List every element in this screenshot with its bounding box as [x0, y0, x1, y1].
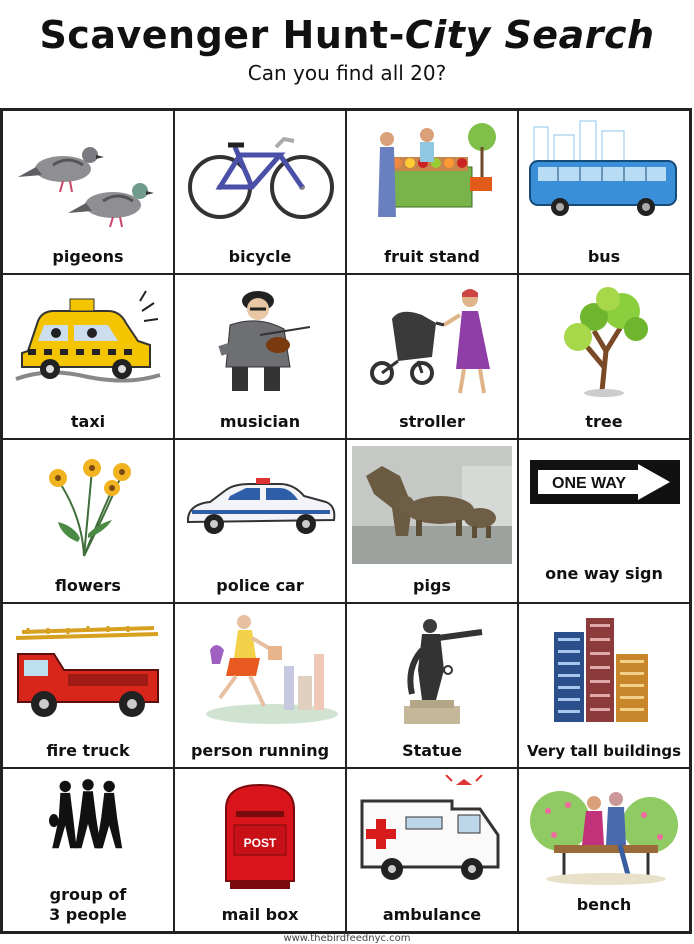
item-label: group of 3 people	[49, 884, 127, 924]
item-card-pigeons: pigeons	[2, 110, 174, 275]
item-card-tree: tree	[518, 274, 690, 439]
fire-truck-icon	[15, 626, 159, 718]
pigeons-icon	[18, 147, 154, 228]
item-label: fire truck	[46, 740, 130, 760]
police-car-icon	[187, 477, 336, 534]
item-card-statue: Statue	[346, 603, 518, 768]
sign-text: ONE WAY	[552, 475, 626, 492]
statue-icon	[404, 619, 483, 725]
item-card-flowers: flowers	[2, 438, 174, 604]
item-label: bench	[576, 894, 632, 914]
item-label: taxi	[70, 411, 106, 431]
item-card-musician: musician	[174, 274, 346, 439]
page-subtitle: Can you find all 20?	[247, 61, 447, 85]
one-way-sign-icon: ONE WAY	[530, 459, 680, 504]
item-label: pigeons	[52, 247, 124, 267]
item-label: bicycle	[228, 247, 292, 267]
item-card-bus: bus	[518, 110, 690, 275]
fruit-stand-icon	[378, 123, 496, 217]
item-label: mail box	[221, 904, 299, 924]
item-label: flowers	[55, 576, 121, 596]
item-card-fire-truck: fire truck	[2, 603, 174, 768]
bus-icon	[529, 120, 677, 216]
ambulance-icon	[360, 774, 500, 880]
item-label: pigs	[413, 576, 451, 596]
pigs-statue-icon	[352, 445, 512, 564]
item-card-taxi: taxi	[2, 274, 174, 439]
item-label: ambulance	[382, 904, 482, 924]
item-label: tree	[585, 411, 623, 431]
item-card-police-car: police car	[174, 438, 346, 604]
item-card-ambulance: ambulance	[346, 767, 518, 932]
item-card-bicycle: bicycle	[174, 110, 346, 275]
item-label: Very tall buildings	[526, 741, 682, 760]
item-label: person running	[190, 740, 330, 760]
group-of-people-icon	[48, 778, 123, 848]
title-main: Scavenger Hunt-	[39, 13, 405, 57]
title-italic: City Search	[404, 13, 655, 57]
bicycle-icon	[188, 136, 334, 219]
item-card-tall-buildings: Very tall buildings	[518, 603, 690, 768]
item-card-mail-box: POST mail box	[174, 767, 346, 932]
item-card-person-running: person running	[174, 603, 346, 768]
item-label: fruit stand	[384, 247, 480, 267]
item-label: musician	[219, 411, 301, 431]
bench-icon	[530, 790, 678, 885]
scavenger-grid: pigeons bicycle fruit stand bus taxi mus…	[0, 108, 692, 934]
item-label: stroller	[399, 411, 465, 431]
item-card-one-way-sign: ONE WAY one way sign	[518, 438, 690, 604]
item-card-stroller: stroller	[346, 274, 518, 439]
mailbox-text: POST	[244, 836, 277, 850]
item-card-pigs: pigs	[346, 438, 518, 604]
mail-box-icon: POST	[225, 783, 295, 889]
item-label: Statue	[402, 740, 462, 760]
item-label: bus	[587, 247, 621, 267]
flowers-icon	[49, 458, 131, 557]
tree-icon	[564, 287, 648, 398]
stroller-icon	[370, 289, 490, 394]
footer-credit: www.thebirdfeednyc.com	[283, 933, 411, 944]
page-title: Scavenger Hunt-City Search	[0, 12, 694, 58]
item-card-bench: bench	[518, 767, 690, 932]
taxi-icon	[15, 290, 161, 383]
item-card-fruit-stand: fruit stand	[346, 110, 518, 275]
tall-buildings-icon	[554, 618, 648, 723]
item-label: police car	[216, 576, 304, 596]
person-running-icon	[206, 615, 338, 725]
item-card-group-of-3-people: group of 3 people	[2, 767, 174, 932]
musician-icon	[218, 291, 311, 392]
item-label: one way sign	[545, 564, 663, 584]
